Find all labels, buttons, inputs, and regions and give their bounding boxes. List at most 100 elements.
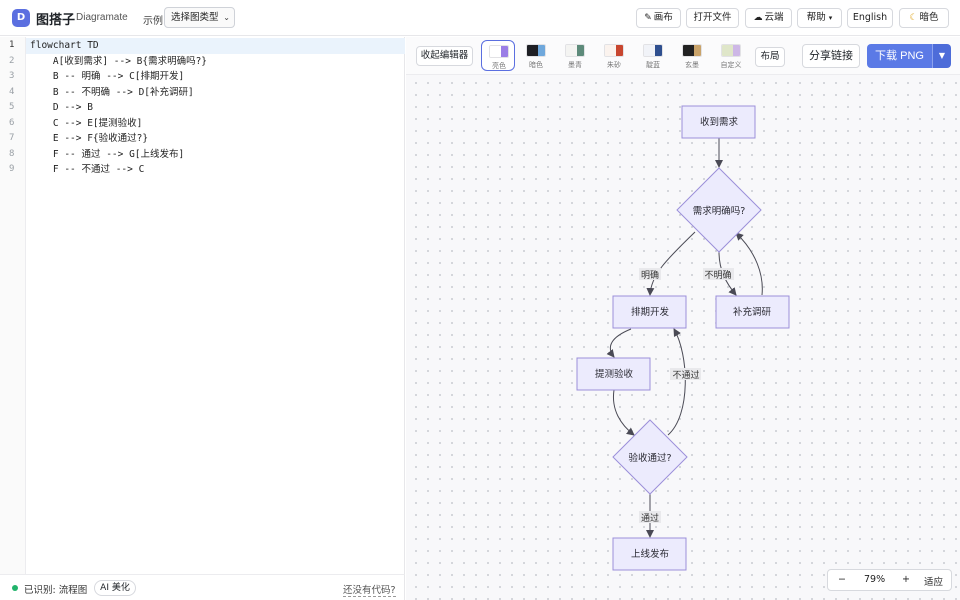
- edge-e-f: [612, 389, 635, 436]
- theme-name: 暗色: [529, 61, 543, 69]
- edge-label-b-d: 不明确: [704, 269, 731, 281]
- theme-accent-color: [694, 45, 701, 56]
- line-number: 4: [9, 86, 15, 97]
- theme-primary-color: [722, 45, 733, 56]
- theme-primary-color: [644, 45, 655, 56]
- theme-primary-color: [683, 45, 694, 56]
- theme-swatch[interactable]: 暗色: [519, 40, 553, 71]
- share-link-button[interactable]: 分享链接: [802, 44, 860, 68]
- edge-b-c: [646, 231, 696, 296]
- code-line[interactable]: D --> B: [30, 100, 93, 116]
- ai-beautify-button[interactable]: AI 美化: [94, 580, 136, 596]
- dark-mode-button[interactable]: ☾ 暗色: [899, 8, 949, 28]
- help-menu-button[interactable]: 帮助 ▾: [797, 8, 842, 28]
- moon-icon: ☾: [909, 13, 918, 23]
- node-f-label: 验收通过?: [628, 452, 671, 464]
- theme-swatch[interactable]: 靛蓝: [636, 40, 670, 71]
- code-line[interactable]: flowchart TD: [30, 38, 99, 54]
- theme-primary-color: [527, 45, 538, 56]
- code-line[interactable]: A[收到需求] --> B{需求明确吗?}: [30, 54, 207, 70]
- cloud-button-label: 云端: [764, 12, 784, 23]
- edge-d-b: [735, 232, 763, 296]
- dark-mode-label: 暗色: [919, 12, 939, 23]
- line-number: 1: [9, 40, 15, 50]
- theme-color-preview: [526, 44, 546, 57]
- theme-accent-color: [616, 45, 623, 56]
- flowchart-diagram: 收到需求 需求明确吗? 排期开发 补充调研 提测验收 验收通过? 上线发布 明确…: [576, 105, 790, 571]
- node-c-label: 排期开发: [631, 306, 670, 318]
- theme-swatch[interactable]: 朱砂: [597, 40, 631, 71]
- theme-color-preview: [721, 44, 741, 57]
- node-a-label: 收到需求: [700, 116, 739, 128]
- canvas-button[interactable]: ✎ 画布: [636, 8, 681, 28]
- theme-name: 亮色: [492, 62, 506, 70]
- theme-color-preview: [682, 44, 702, 57]
- line-number: 9: [9, 164, 15, 174]
- code-line[interactable]: F -- 不通过 --> C: [30, 162, 144, 178]
- pencil-icon: ✎: [644, 13, 652, 23]
- cloud-button[interactable]: ☁ 云端: [745, 8, 792, 28]
- code-line[interactable]: E --> F{验收通过?}: [30, 131, 148, 147]
- status-bar: 已识别: 流程图 AI 美化 还没有代码?: [0, 574, 405, 600]
- code-editor[interactable]: 1 flowchart TD 2 A[收到需求] --> B{需求明确吗?} 3 B …: [0, 37, 405, 574]
- theme-accent-color: [501, 46, 508, 57]
- nodes: [576, 105, 790, 571]
- canvas-button-label: 画布: [653, 12, 673, 23]
- theme-accent-color: [538, 45, 545, 56]
- theme-name: 朱砂: [607, 61, 621, 69]
- zoom-level: 79%: [864, 574, 886, 585]
- fit-view-button[interactable]: 适应: [924, 574, 943, 588]
- detected-type-text: 已识别: 流程图: [24, 585, 88, 596]
- status-dot-icon: [12, 585, 18, 591]
- node-b-label: 需求明确吗?: [693, 205, 746, 217]
- edge-label-f-c: 不通过: [672, 369, 699, 381]
- line-number: 2: [9, 55, 15, 66]
- help-button-label: 帮助: [806, 12, 826, 23]
- download-png-button[interactable]: 下载 PNG: [867, 44, 932, 68]
- node-d-label: 补充调研: [733, 306, 772, 318]
- theme-swatch[interactable]: 玄墨: [675, 40, 709, 71]
- zoom-control: − 79% + 适应: [827, 569, 952, 591]
- chevron-down-icon: ⌄: [223, 13, 230, 22]
- app-subtitle: Diagramate: [76, 12, 128, 23]
- example-type-select[interactable]: 选择图类型 ⌄: [164, 7, 235, 28]
- edge-c-e: [606, 328, 632, 358]
- theme-swatch[interactable]: 自定义: [714, 40, 748, 71]
- theme-color-preview: [489, 45, 509, 58]
- language-button[interactable]: English: [847, 8, 893, 28]
- zoom-in-button[interactable]: +: [902, 574, 910, 585]
- theme-name: 玄墨: [685, 61, 699, 69]
- theme-color-preview: [565, 44, 585, 57]
- theme-accent-color: [733, 45, 740, 56]
- example-select-value: 选择图类型: [171, 12, 219, 23]
- zoom-out-button[interactable]: −: [838, 574, 846, 585]
- layout-button[interactable]: 布局: [755, 47, 785, 67]
- line-number: 3: [9, 71, 15, 81]
- code-line[interactable]: B -- 明确 --> C[排期开发]: [30, 69, 184, 85]
- theme-primary-color: [605, 45, 616, 56]
- theme-accent-color: [577, 45, 584, 56]
- caret-down-icon: ▾: [828, 14, 833, 22]
- theme-primary-color: [566, 45, 577, 56]
- app-name: 图搭子: [36, 13, 76, 28]
- theme-accent-color: [655, 45, 662, 56]
- theme-name: 自定义: [720, 61, 742, 69]
- line-number: 6: [9, 117, 15, 128]
- code-line[interactable]: F -- 通过 --> G[上线发布]: [30, 147, 184, 163]
- example-label: 示例: [143, 16, 163, 27]
- download-options-chevron-icon[interactable]: ▼: [932, 44, 951, 68]
- collapse-editor-button[interactable]: 收起编辑器: [416, 46, 473, 66]
- theme-color-preview: [604, 44, 624, 57]
- edge-f-c: [667, 328, 686, 436]
- line-number: 8: [9, 148, 15, 159]
- theme-swatch[interactable]: 亮色: [481, 40, 515, 71]
- top-bar: D 图搭子 Diagramate 示例 选择图类型 ⌄ ✎ 画布 打开文件 ☁ 云端…: [0, 0, 960, 36]
- open-file-button[interactable]: 打开文件: [686, 8, 739, 28]
- theme-swatch[interactable]: 墨青: [558, 40, 592, 71]
- cloud-icon: ☁: [753, 13, 763, 23]
- theme-name: 墨青: [568, 61, 582, 69]
- edge-label-b-c: 明确: [641, 269, 659, 281]
- code-line[interactable]: C --> E[提测验收]: [30, 116, 142, 132]
- code-line[interactable]: B -- 不明确 --> D[补充调研]: [30, 85, 194, 101]
- no-code-link[interactable]: 还没有代码?: [343, 582, 396, 597]
